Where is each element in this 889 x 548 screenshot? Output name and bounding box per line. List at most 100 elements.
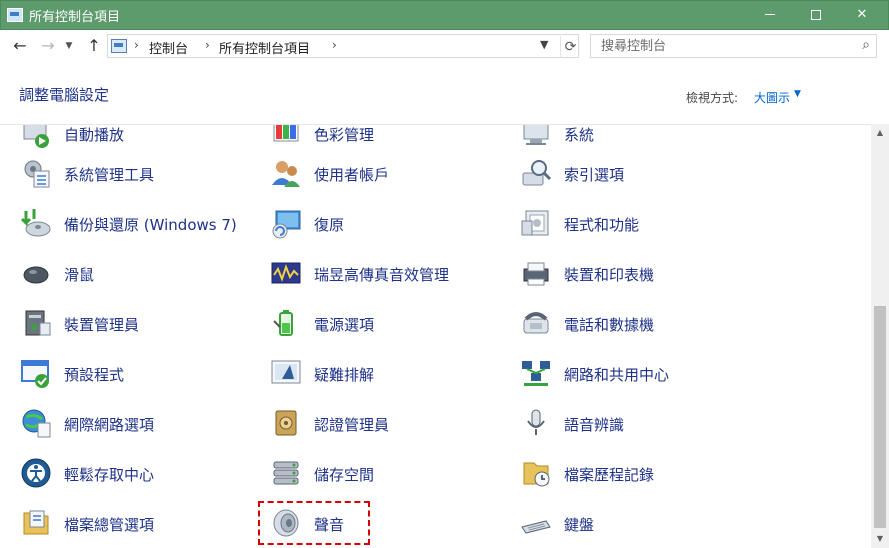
control-panel-item[interactable]: 滑鼠: [20, 255, 260, 291]
control-panel-item[interactable]: 檔案總管選項: [20, 505, 260, 541]
forward-button[interactable]: →: [38, 36, 58, 56]
control-panel-item[interactable]: 程式和功能: [520, 205, 760, 241]
control-panel-item-label[interactable]: 檔案歷程記錄: [564, 464, 654, 485]
control-panel-icon: [7, 8, 23, 22]
control-panel-item-label[interactable]: 檔案總管選項: [64, 514, 154, 535]
control-panel-item-label[interactable]: 系統管理工具: [64, 164, 154, 185]
control-panel-item-label[interactable]: 電源選項: [314, 314, 374, 335]
control-panel-item-label[interactable]: 索引選項: [564, 164, 624, 185]
control-panel-item-label[interactable]: 電話和數據機: [564, 314, 654, 335]
control-panel-item-label[interactable]: 預設程式: [64, 364, 124, 385]
scrollbar-thumb[interactable]: [874, 306, 886, 528]
arrow-right-icon: →: [41, 36, 55, 55]
control-panel-item-label[interactable]: 瑞昱高傳真音效管理: [314, 264, 449, 285]
ease-of-access-icon: [21, 458, 51, 488]
control-panel-item-label[interactable]: 程式和功能: [564, 214, 639, 235]
breadcrumb-separator-icon[interactable]: ›: [134, 38, 139, 52]
control-panel-item[interactable]: 裝置和印表機: [520, 255, 760, 291]
recent-locations-button[interactable]: ▼: [62, 36, 76, 56]
control-panel-item-label[interactable]: 疑難排解: [314, 364, 374, 385]
control-panel-item[interactable]: 電源選項: [270, 305, 510, 341]
control-panel-item-label[interactable]: 網際網路選項: [64, 414, 154, 435]
control-panel-item-label[interactable]: 裝置和印表機: [564, 264, 654, 285]
control-panel-item[interactable]: 索引選項: [520, 155, 760, 191]
keyboard-icon: [521, 520, 551, 534]
system-icon: [523, 125, 549, 145]
control-panel-location-icon: [111, 39, 127, 53]
breadcrumb-control-panel[interactable]: 控制台: [149, 38, 188, 57]
control-panel-item[interactable]: 聲音: [270, 505, 510, 541]
credential-manager-icon: [275, 410, 297, 436]
sound-icon: [273, 509, 299, 537]
chevron-down-icon[interactable]: ▼: [794, 89, 801, 99]
view-by-dropdown[interactable]: 大圖示: [754, 89, 790, 106]
phone-modem-icon: [523, 312, 549, 334]
breadcrumb-separator-icon[interactable]: ›: [332, 38, 337, 52]
default-programs-icon: [21, 360, 49, 388]
control-panel-item[interactable]: 儲存空間: [270, 455, 510, 491]
up-button[interactable]: ↑: [84, 36, 104, 56]
control-panel-item[interactable]: 網際網路選項: [20, 405, 260, 441]
back-button[interactable]: ←: [10, 36, 30, 56]
control-panel-item-label[interactable]: 滑鼠: [64, 264, 94, 285]
control-panel-item-label[interactable]: 語音辨識: [564, 414, 624, 435]
control-panel-item-label[interactable]: 備份與還原 (Windows 7): [64, 214, 237, 235]
control-panel-item[interactable]: 鍵盤: [520, 505, 760, 541]
control-panel-item[interactable]: 電話和數據機: [520, 305, 760, 341]
control-panel-item[interactable]: 檔案歷程記錄: [520, 455, 760, 491]
control-panel-item[interactable]: 瑞昱高傳真音效管理: [270, 255, 510, 291]
control-panel-item[interactable]: 輕鬆存取中心: [20, 455, 260, 491]
control-panel-item[interactable]: 疑難排解: [270, 355, 510, 391]
page-title: 調整電腦設定: [19, 86, 110, 104]
control-panel-item-label[interactable]: 使用者帳戶: [314, 164, 389, 185]
control-panel-item-label[interactable]: 認證管理員: [314, 414, 389, 435]
indexing-options-icon: [522, 160, 552, 186]
control-panel-item-label[interactable]: 網路和共用中心: [564, 364, 669, 385]
control-panel-item-label[interactable]: 輕鬆存取中心: [64, 464, 154, 485]
refresh-button[interactable]: ⟳: [560, 36, 580, 58]
breadcrumb-separator-icon[interactable]: ›: [205, 38, 210, 52]
chevron-down-icon: ▼: [65, 41, 73, 51]
breadcrumb-all-items[interactable]: 所有控制台項目: [219, 38, 310, 57]
color-management-icon: [273, 125, 299, 142]
scroll-up-icon[interactable]: ▲: [871, 124, 889, 142]
search-input[interactable]: [601, 38, 841, 54]
realtek-audio-icon: [271, 262, 301, 284]
control-panel-item-label[interactable]: 聲音: [314, 514, 344, 535]
window-title: 所有控制台項目: [29, 10, 121, 25]
speech-recognition-icon: [527, 409, 545, 435]
address-dropdown-icon[interactable]: ▼: [540, 38, 548, 51]
maximize-button[interactable]: [793, 1, 839, 30]
view-by-label: 檢視方式:: [686, 91, 739, 105]
power-options-icon: [273, 310, 293, 336]
search-box[interactable]: ⌕: [590, 34, 877, 58]
scroll-down-icon[interactable]: ▼: [871, 530, 889, 548]
control-panel-item-label[interactable]: 色彩管理: [314, 125, 374, 145]
minimize-icon: [765, 14, 775, 15]
control-panel-item-label[interactable]: 裝置管理員: [64, 314, 139, 335]
control-panel-item-label[interactable]: 自動播放: [64, 125, 124, 145]
arrow-left-icon: ←: [13, 36, 27, 55]
control-panel-item-label[interactable]: 儲存空間: [314, 464, 374, 485]
search-icon[interactable]: ⌕: [862, 37, 870, 53]
control-panel-item[interactable]: 裝置管理員: [20, 305, 260, 341]
control-panel-item-label[interactable]: 鍵盤: [564, 514, 594, 535]
address-bar[interactable]: › 控制台 › 所有控制台項目 › ▼ ⟳: [107, 34, 579, 58]
control-panel-item[interactable]: 使用者帳戶: [270, 155, 510, 191]
control-panel-item[interactable]: 認證管理員: [270, 405, 510, 441]
mouse-icon: [23, 266, 49, 284]
vertical-scrollbar[interactable]: ▲ ▼: [871, 124, 889, 548]
control-panel-item[interactable]: 復原: [270, 205, 510, 241]
network-sharing-icon: [522, 361, 550, 386]
control-panel-item[interactable]: 網路和共用中心: [520, 355, 760, 391]
file-explorer-options-icon: [23, 510, 49, 535]
control-panel-item[interactable]: 系統管理工具: [20, 155, 260, 191]
control-panel-item[interactable]: 預設程式: [20, 355, 260, 391]
control-panel-item[interactable]: 備份與還原 (Windows 7): [20, 205, 260, 241]
control-panel-item-label[interactable]: 復原: [314, 214, 344, 235]
control-panel-item-label[interactable]: 系統: [564, 125, 594, 145]
control-panel-item[interactable]: 語音辨識: [520, 405, 760, 441]
close-button[interactable]: ✕: [839, 1, 885, 30]
arrow-up-icon: ↑: [87, 36, 101, 55]
minimize-button[interactable]: [747, 1, 793, 30]
